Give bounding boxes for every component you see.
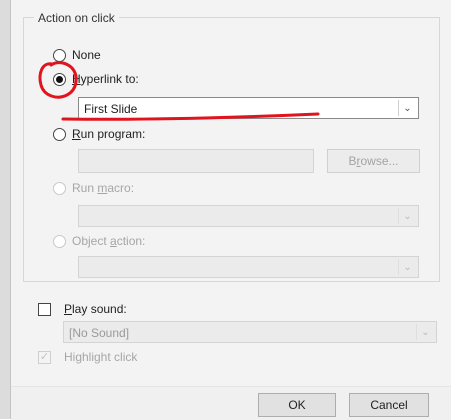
hyperlink-target-select[interactable]: First Slide ⌄ <box>78 97 419 119</box>
cancel-button[interactable]: Cancel <box>349 393 429 417</box>
radio-none-label: None <box>72 48 101 62</box>
sound-select[interactable]: [No Sound] ⌄ <box>63 321 437 343</box>
radio-hyperlink[interactable]: Hyperlink to: <box>53 72 139 86</box>
highlight-click-checkbox[interactable]: ✓ <box>38 351 51 364</box>
radio-run-program-label: Run program: <box>72 127 146 141</box>
radio-run-program-circle[interactable] <box>53 127 66 141</box>
highlight-click-label: Highlight click <box>64 350 138 364</box>
radio-run-macro[interactable]: Run macro: <box>53 181 134 195</box>
radio-run-macro-circle[interactable] <box>53 181 66 195</box>
radio-object-action-label: Object action: <box>72 234 146 248</box>
chevron-down-icon[interactable]: ⌄ <box>398 100 416 116</box>
play-sound-checkbox[interactable] <box>38 303 51 316</box>
ok-button[interactable]: OK <box>258 393 336 417</box>
chevron-down-icon[interactable]: ⌄ <box>416 324 434 340</box>
radio-hyperlink-label: Hyperlink to: <box>72 72 139 86</box>
chevron-down-icon[interactable]: ⌄ <box>398 259 416 275</box>
play-sound-label: Play sound: <box>64 302 127 316</box>
radio-object-action-circle[interactable] <box>53 234 66 248</box>
object-action-select[interactable]: ⌄ <box>78 256 419 278</box>
radio-run-macro-label: Run macro: <box>72 181 135 195</box>
sound-select-value: [No Sound] <box>69 326 130 340</box>
radio-run-program[interactable]: Run program: <box>53 127 145 141</box>
window-edge <box>0 0 11 419</box>
run-macro-select[interactable]: ⌄ <box>78 205 419 227</box>
group-legend: Action on click <box>34 11 119 25</box>
radio-hyperlink-circle[interactable] <box>53 72 66 86</box>
hyperlink-target-value: First Slide <box>84 102 138 116</box>
chevron-down-icon[interactable]: ⌄ <box>398 208 416 224</box>
radio-none-circle[interactable] <box>53 48 66 62</box>
radio-none[interactable]: None <box>53 48 101 62</box>
browse-button[interactable]: Br owse... <box>327 149 420 173</box>
run-program-input[interactable] <box>78 149 314 173</box>
radio-object-action[interactable]: Object action: <box>53 234 145 248</box>
